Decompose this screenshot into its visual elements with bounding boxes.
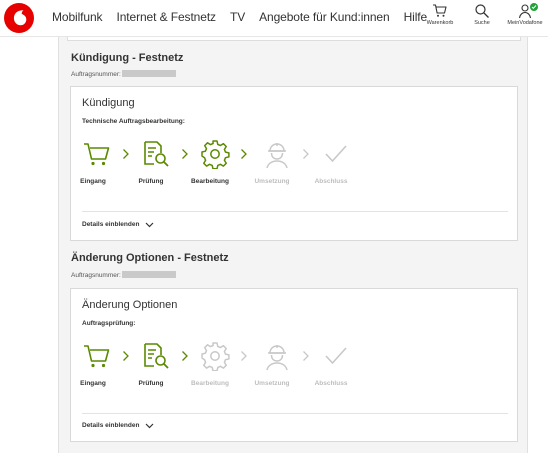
order-status-content: Kündigung - Festnetz Auftragsnummer: Kün… bbox=[58, 37, 528, 453]
main-nav: Mobilfunk Internet & Festnetz TV Angebot… bbox=[52, 10, 441, 24]
step-label-umsetzung: Umsetzung bbox=[254, 380, 290, 387]
cart-icon bbox=[84, 345, 110, 368]
chevron-right-icon bbox=[123, 149, 129, 159]
details-toggle[interactable]: Details einblenden bbox=[82, 221, 154, 228]
search-label: Suche bbox=[474, 20, 490, 26]
order-number-redacted bbox=[121, 271, 176, 278]
status-label: Technische Auftragsbearbeitung: bbox=[82, 118, 185, 125]
technician-icon bbox=[266, 143, 288, 169]
vodafone-logo-icon[interactable] bbox=[4, 3, 34, 33]
step-label-eingang: Eingang bbox=[80, 178, 106, 185]
cart-button[interactable]: Warenkorb bbox=[422, 3, 458, 26]
chevron-right-icon bbox=[241, 149, 247, 159]
chevron-right-icon bbox=[241, 351, 247, 361]
cart-icon bbox=[84, 143, 110, 166]
nav-item-mobilfunk[interactable]: Mobilfunk bbox=[52, 10, 103, 24]
card-title: Änderung Optionen bbox=[82, 299, 178, 311]
account-button[interactable]: MeinVodafone bbox=[506, 3, 544, 26]
order-status-card: Änderung Optionen Auftragsprüfung: Einga… bbox=[70, 288, 518, 442]
card-divider bbox=[82, 211, 508, 212]
checkmark-icon bbox=[325, 347, 347, 365]
document-search-icon bbox=[144, 343, 169, 369]
step-label-abschluss: Abschluss bbox=[314, 178, 348, 185]
card-divider bbox=[82, 413, 508, 414]
details-toggle[interactable]: Details einblenden bbox=[82, 422, 154, 429]
chevron-down-icon bbox=[146, 222, 154, 227]
order-number-label: Auftragsnummer: bbox=[71, 271, 176, 279]
gear-icon bbox=[201, 140, 230, 169]
step-label-pruefung: Prüfung bbox=[138, 380, 164, 387]
search-button[interactable]: Suche bbox=[464, 3, 500, 26]
step-label-pruefung: Prüfung bbox=[138, 178, 164, 185]
cart-label: Warenkorb bbox=[426, 20, 454, 26]
order-section-title: Kündigung - Festnetz bbox=[71, 52, 184, 64]
search-icon bbox=[475, 4, 489, 18]
status-label: Auftragsprüfung: bbox=[82, 320, 136, 327]
order-number-label: Auftragsnummer: bbox=[71, 70, 176, 78]
nav-item-angebote[interactable]: Angebote für Kund:innen bbox=[259, 10, 390, 24]
details-toggle-label: Details einblenden bbox=[82, 422, 140, 429]
chevron-right-icon bbox=[182, 351, 188, 361]
step-label-bearbeitung: Bearbeitung bbox=[191, 380, 229, 387]
technician-icon bbox=[266, 345, 288, 371]
order-status-card: Kündigung Technische Auftragsbearbeitung… bbox=[70, 86, 518, 241]
step-label-umsetzung: Umsetzung bbox=[254, 178, 290, 185]
account-label: MeinVodafone bbox=[507, 20, 543, 26]
cart-icon bbox=[433, 4, 447, 17]
nav-item-internet-festnetz[interactable]: Internet & Festnetz bbox=[116, 10, 216, 24]
chevron-right-icon bbox=[303, 149, 309, 159]
logged-in-badge bbox=[530, 3, 538, 11]
chevron-right-icon bbox=[303, 351, 309, 361]
chevron-right-icon bbox=[123, 351, 129, 361]
document-search-icon bbox=[144, 141, 169, 167]
details-toggle-label: Details einblenden bbox=[82, 221, 140, 228]
chevron-down-icon bbox=[146, 423, 154, 428]
top-navigation-bar: Mobilfunk Internet & Festnetz TV Angebot… bbox=[0, 0, 548, 37]
card-title: Kündigung bbox=[82, 97, 135, 109]
gear-icon bbox=[201, 342, 230, 371]
chevron-right-icon bbox=[182, 149, 188, 159]
step-label-bearbeitung: Bearbeitung bbox=[191, 178, 229, 185]
header-tools: Warenkorb Suche MeinVodafone bbox=[422, 3, 544, 26]
checkmark-icon bbox=[325, 145, 347, 163]
step-label-eingang: Eingang bbox=[80, 380, 106, 387]
order-section-title: Änderung Optionen - Festnetz bbox=[71, 252, 229, 264]
previous-card-edge bbox=[67, 37, 521, 41]
step-label-abschluss: Abschluss bbox=[314, 380, 348, 387]
nav-item-tv[interactable]: TV bbox=[230, 10, 245, 24]
order-number-redacted bbox=[121, 70, 176, 77]
